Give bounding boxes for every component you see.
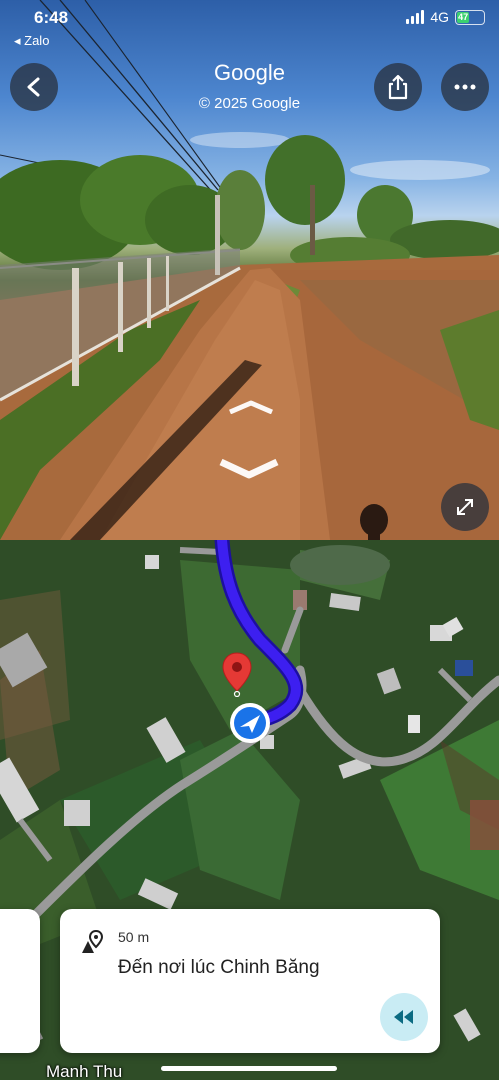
step-instruction: Đến nơi lúc Chinh Băng bbox=[118, 957, 320, 978]
expand-button[interactable] bbox=[441, 483, 489, 531]
previous-step-button[interactable] bbox=[380, 993, 428, 1041]
street-view-copyright: © 2025 Google bbox=[198, 95, 301, 112]
battery-icon: 47 bbox=[455, 9, 485, 25]
navigation-step-card[interactable]: 50 m Đến nơi lúc Chinh Băng bbox=[60, 909, 440, 1053]
share-button[interactable] bbox=[374, 63, 422, 111]
current-location-icon[interactable] bbox=[228, 701, 272, 745]
expand-icon bbox=[457, 499, 473, 515]
street-view-panel[interactable]: 6:48 ◂ Zalo 4G 47 Google © 2025 Google bbox=[0, 0, 499, 540]
battery-level: 47 bbox=[457, 11, 470, 23]
map-street-label: Manh Thu bbox=[46, 1062, 123, 1080]
rewind-icon bbox=[394, 1010, 413, 1024]
previous-step-card[interactable] bbox=[0, 909, 40, 1053]
status-time: 6:48 bbox=[34, 8, 69, 27]
move-forward-arrow[interactable] bbox=[228, 400, 274, 414]
street-view-title: Google bbox=[214, 60, 285, 85]
arrive-destination-icon bbox=[82, 929, 104, 953]
network-type: 4G bbox=[430, 9, 449, 25]
move-back-arrow[interactable] bbox=[218, 458, 280, 480]
share-icon bbox=[388, 74, 408, 100]
destination-pin-icon[interactable] bbox=[221, 651, 253, 697]
signal-icon bbox=[406, 10, 425, 24]
more-options-button[interactable] bbox=[441, 63, 489, 111]
step-distance: 50 m bbox=[118, 929, 150, 945]
back-to-app-link[interactable]: ◂ Zalo bbox=[14, 33, 49, 49]
home-indicator[interactable] bbox=[161, 1066, 337, 1071]
more-horizontal-icon bbox=[454, 84, 476, 90]
status-bar: 6:48 ◂ Zalo 4G 47 bbox=[0, 0, 499, 48]
